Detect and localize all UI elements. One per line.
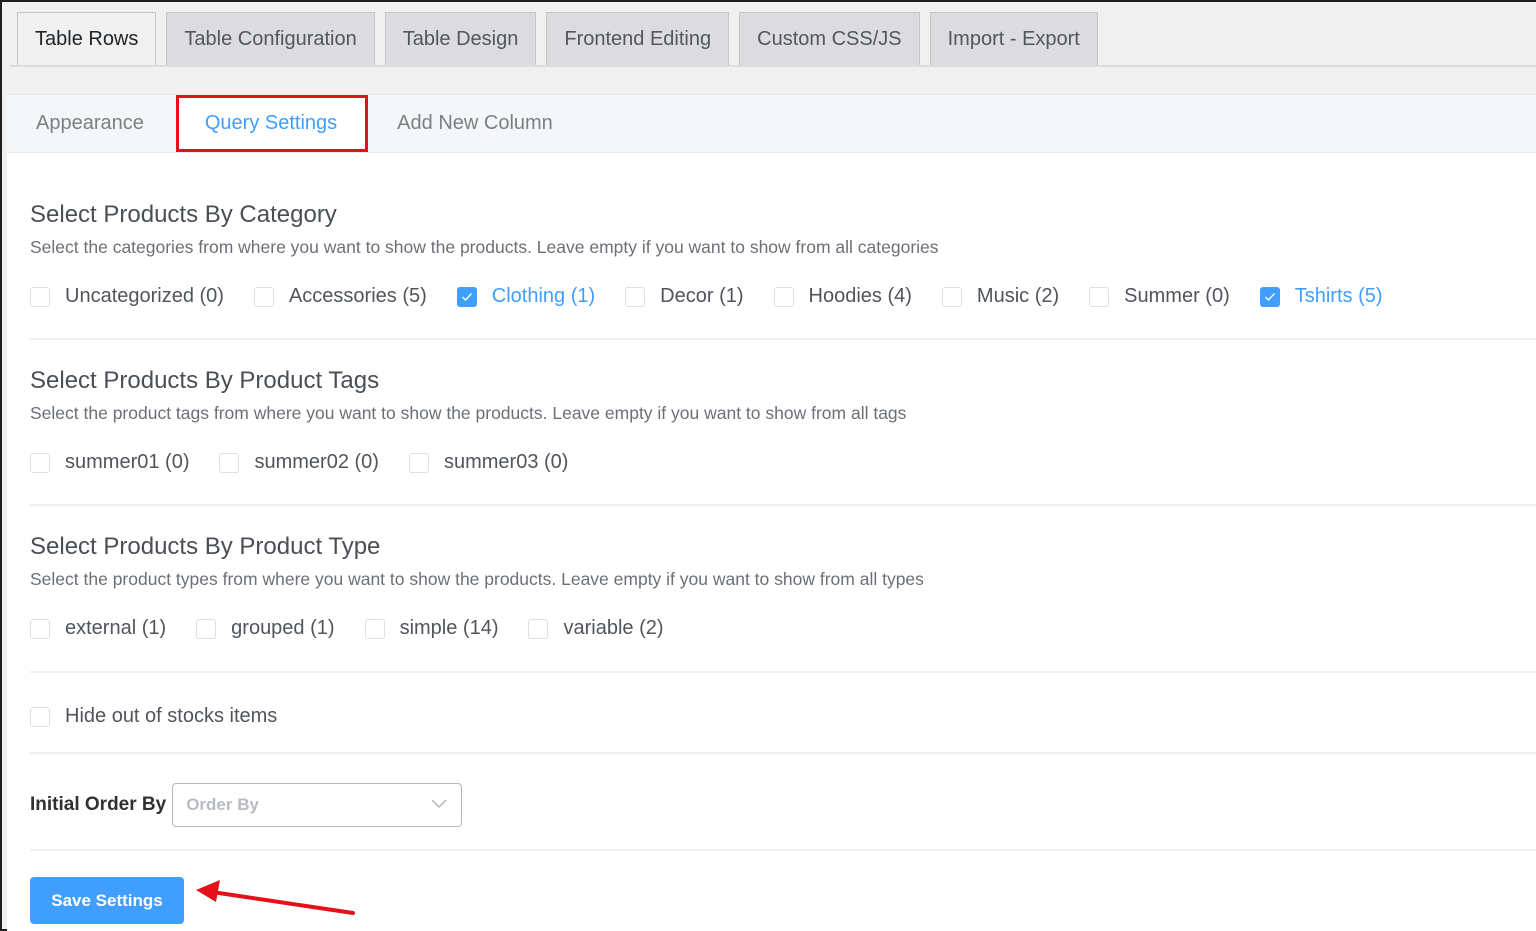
checkbox-unchecked[interactable]: [773, 286, 794, 307]
chevron-down-icon: [431, 796, 447, 814]
checkbox-option[interactable]: external (1): [30, 617, 166, 640]
main-tab-table-rows[interactable]: Table Rows: [17, 12, 157, 66]
stock-section: Hide out of stocks items: [30, 705, 1536, 728]
main-tab-custom-css-js[interactable]: Custom CSS/JS: [739, 12, 920, 65]
sub-tabs: Appearance Query Settings Add New Column: [7, 94, 1536, 153]
checkbox-label: Summer (0): [1124, 285, 1230, 307]
checkbox-option[interactable]: Decor (1): [625, 285, 744, 308]
type-section: Select Products By Product Type Select t…: [30, 533, 1536, 640]
checkbox-option[interactable]: Music (2): [941, 285, 1060, 308]
checkbox-unchecked[interactable]: [196, 618, 217, 639]
checkbox-unchecked[interactable]: [364, 618, 385, 639]
checkbox-option[interactable]: variable (2): [528, 617, 664, 640]
checkbox-option[interactable]: grouped (1): [196, 617, 335, 640]
main-tab-frontend-editing[interactable]: Frontend Editing: [546, 12, 730, 65]
checkbox-option[interactable]: Accessories (5): [253, 285, 427, 308]
checkbox-option[interactable]: Uncategorized (0): [30, 285, 224, 308]
divider: [30, 752, 1536, 754]
checkbox-option[interactable]: Tshirts (5): [1259, 285, 1383, 308]
checkbox-checked[interactable]: [456, 286, 477, 307]
tabs-divider: [10, 65, 1536, 67]
checkbox-unchecked[interactable]: [253, 286, 274, 307]
checkbox-unchecked[interactable]: [625, 286, 646, 307]
sub-tab-add-new-column[interactable]: Add New Column: [368, 95, 582, 152]
sub-tab-appearance[interactable]: Appearance: [7, 95, 173, 152]
check-icon: [461, 292, 472, 301]
checkbox-label: simple (14): [399, 617, 499, 639]
checkbox-label: variable (2): [563, 617, 664, 639]
checkbox-label: Uncategorized (0): [65, 285, 224, 307]
checkbox-unchecked[interactable]: [30, 618, 50, 639]
checkbox-label: summer02 (0): [254, 451, 379, 473]
checkbox-label: Music (2): [976, 285, 1060, 307]
checkbox-option[interactable]: Clothing (1): [456, 285, 596, 308]
divider: [30, 849, 1536, 851]
checkbox-option[interactable]: summer03 (0): [408, 451, 569, 474]
checkbox-label: grouped (1): [231, 617, 335, 639]
checkbox-checked[interactable]: [1259, 286, 1280, 307]
order-by-placeholder: Order By: [186, 795, 259, 814]
tag-options: summer01 (0) summer02 (0) summer03 (0): [30, 451, 1536, 474]
main-tabs: Table Rows Table Configuration Table Desig…: [17, 12, 1098, 66]
query-settings-panel: Select Products By Category Select the c…: [7, 153, 1536, 931]
checkbox-unchecked[interactable]: [30, 286, 50, 307]
checkbox-option[interactable]: summer02 (0): [219, 451, 379, 474]
divider: [30, 338, 1536, 340]
section-title: Select Products By Product Type: [30, 533, 381, 560]
annotation-arrow-icon: [196, 880, 355, 915]
checkbox-option[interactable]: simple (14): [364, 617, 499, 640]
save-settings-button[interactable]: Save Settings: [30, 877, 184, 924]
sub-tab-query-settings[interactable]: Query Settings: [175, 95, 369, 152]
checkbox-unchecked[interactable]: [1089, 286, 1110, 307]
hide-out-of-stock-checkbox[interactable]: Hide out of stocks items: [30, 705, 1506, 728]
checkbox-unchecked[interactable]: [528, 618, 549, 639]
checkbox-label: Accessories (5): [288, 285, 427, 307]
checkbox-unchecked[interactable]: [408, 452, 429, 473]
main-tab-table-design[interactable]: Table Design: [384, 12, 537, 65]
checkbox-label: Clothing (1): [491, 285, 596, 307]
checkbox-label: Tshirts (5): [1294, 285, 1383, 307]
tags-section: Select Products By Product Tags Select t…: [30, 367, 1536, 474]
checkbox-label: summer03 (0): [443, 451, 569, 473]
section-title: Select Products By Category: [30, 201, 337, 228]
checkbox-label: Hoodies (4): [808, 285, 912, 307]
checkbox-box[interactable]: [30, 706, 50, 727]
main-tab-table-configuration[interactable]: Table Configuration: [166, 12, 375, 65]
type-options: external (1) grouped (1) simple (14) variab…: [30, 617, 1536, 640]
section-description: Select the product types from where you …: [30, 569, 924, 589]
section-description: Select the product tags from where you w…: [30, 403, 907, 423]
order-by-select[interactable]: Order By: [172, 783, 463, 827]
order-row: Initial Order By Order By: [30, 783, 463, 827]
divider: [30, 504, 1536, 506]
main-tab-import-export[interactable]: Import - Export: [929, 12, 1098, 65]
checkbox-option[interactable]: Hoodies (4): [773, 285, 912, 308]
checkbox-option[interactable]: summer01 (0): [30, 451, 189, 474]
section-description: Select the categories from where you wan…: [30, 237, 939, 257]
checkbox-unchecked[interactable]: [219, 452, 240, 473]
checkbox-label: Hide out of stocks items: [65, 705, 278, 727]
order-by-label: Initial Order By: [30, 794, 167, 815]
divider: [30, 671, 1536, 673]
checkbox-unchecked[interactable]: [30, 452, 50, 473]
checkbox-label: external (1): [65, 617, 167, 639]
checkbox-unchecked[interactable]: [941, 286, 962, 307]
section-title: Select Products By Product Tags: [30, 367, 380, 394]
category-options: Uncategorized (0) Accessories (5) Clothing…: [30, 285, 1536, 308]
category-section: Select Products By Category Select the c…: [30, 201, 1536, 308]
checkbox-label: summer01 (0): [65, 451, 190, 473]
checkbox-label: Decor (1): [660, 285, 744, 307]
check-icon: [1264, 292, 1275, 301]
checkbox-option[interactable]: Summer (0): [1089, 285, 1230, 308]
